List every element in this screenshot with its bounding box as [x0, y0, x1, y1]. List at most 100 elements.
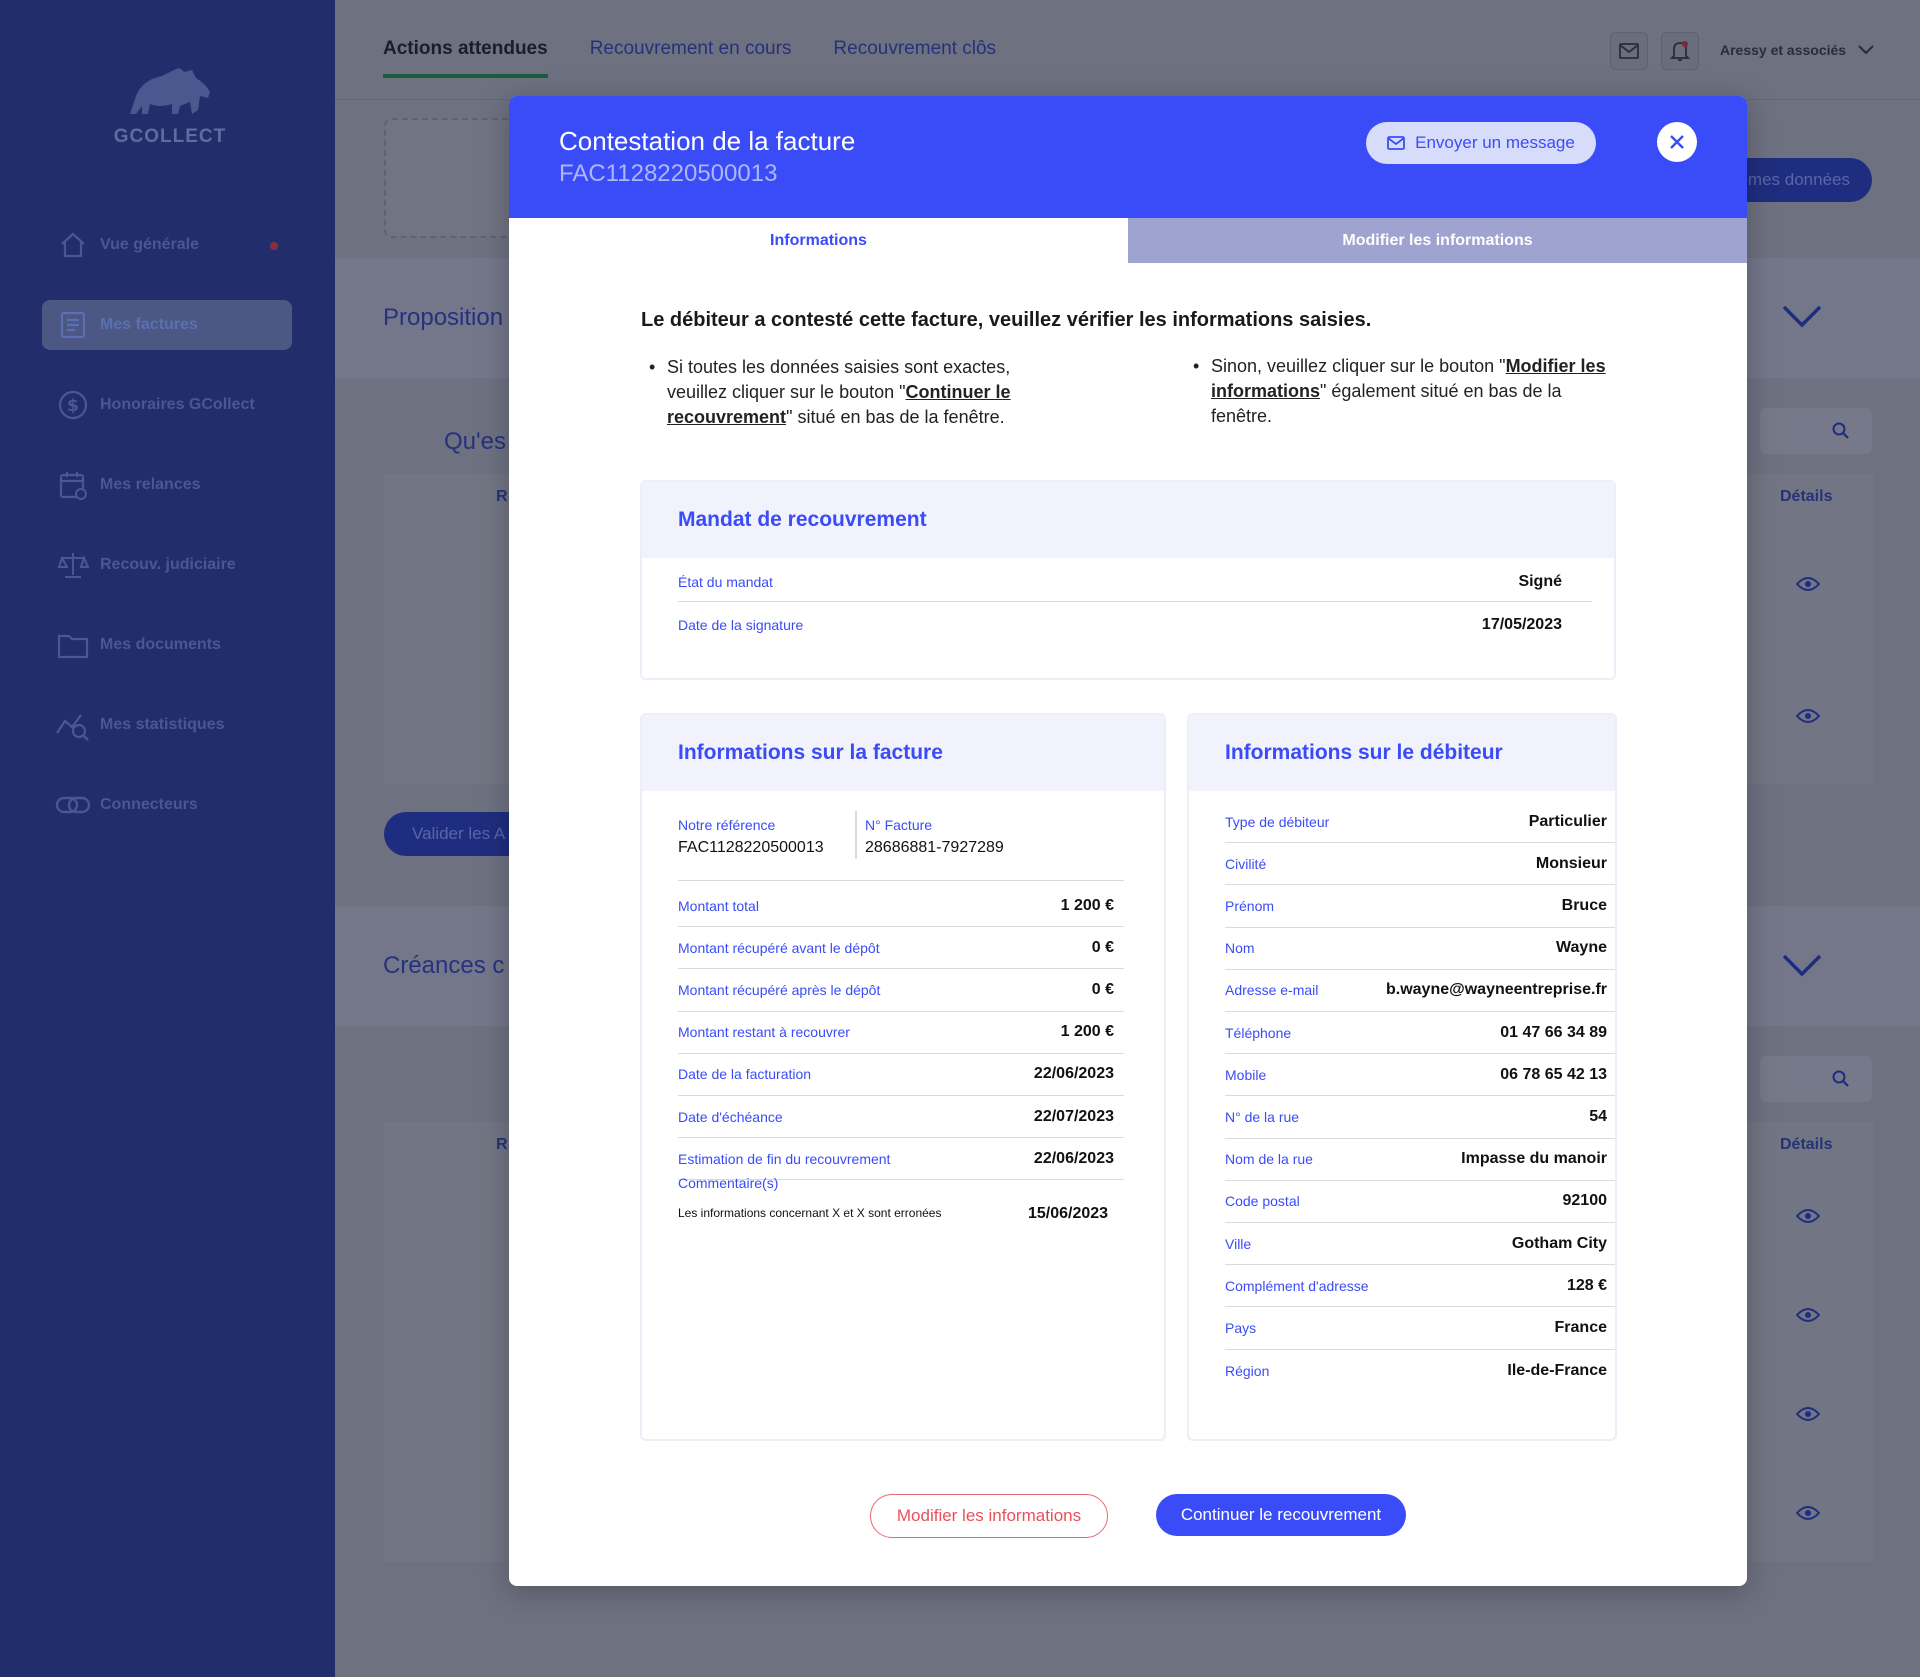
- info-row: Montant récupéré après le dépôt 0 €: [678, 969, 1124, 1012]
- fees-icon: $: [54, 386, 92, 424]
- bg-search: [1760, 408, 1872, 454]
- divider: [855, 811, 857, 859]
- sidebar-item-label: Vue générale: [100, 236, 200, 253]
- row-value: 0 €: [1091, 938, 1114, 956]
- row-value: 22/07/2023: [1033, 1107, 1114, 1125]
- mandat-card: Mandat de recouvrement État du mandat Sig…: [640, 480, 1616, 680]
- sidebar-item-mes-documents[interactable]: Mes documents: [42, 620, 292, 670]
- mandat-row: État du mandat Signé: [678, 562, 1592, 602]
- ref-field: Notre référence FAC1128220500013: [678, 817, 824, 857]
- tab-informations[interactable]: Informations: [509, 218, 1128, 263]
- app-root: GCOLLECT Vue générale Mes factures $ Hon…: [0, 0, 1920, 1677]
- sidebar-item-vue-generale[interactable]: Vue générale: [42, 220, 292, 270]
- row-key: Prénom: [1225, 897, 1275, 914]
- bg-creances-title: Créances c: [383, 952, 505, 979]
- info-row: Code postal 92100: [1225, 1181, 1615, 1223]
- mail-button[interactable]: [1610, 32, 1648, 70]
- mandat-card-title: Mandat de recouvrement: [642, 482, 1614, 558]
- row-value: Ile-de-France: [1507, 1361, 1607, 1379]
- close-icon: [1670, 135, 1684, 149]
- row-key: Adresse e-mail: [1225, 982, 1319, 999]
- tab-actions-attendues[interactable]: Actions attendues: [383, 38, 548, 78]
- info-row: Téléphone 01 47 66 34 89: [1225, 1012, 1615, 1055]
- row-value: 54: [1589, 1107, 1607, 1125]
- comment-text: Les informations concernant X et X sont …: [678, 1206, 942, 1220]
- info-row: Type de débiteur Particulier: [1225, 801, 1615, 844]
- facture-card: Informations sur la facture Notre référe…: [640, 713, 1166, 1441]
- info-row: Montant récupéré avant le dépôt 0 €: [678, 927, 1124, 970]
- info-row: Civilité Monsieur: [1225, 843, 1615, 886]
- row-key: Montant total: [678, 897, 759, 914]
- row-key: Montant récupéré après le dépôt: [678, 981, 881, 998]
- row-key: Région: [1225, 1362, 1270, 1379]
- facture-ref-row: Notre référence FAC1128220500013 N° Fact…: [678, 811, 1124, 881]
- row-value: b.wayne@wayneentreprise.fr: [1385, 981, 1607, 999]
- row-value: France: [1554, 1318, 1607, 1336]
- bullet-dot: •: [649, 357, 656, 377]
- sidebar: GCOLLECT Vue générale Mes factures $ Hon…: [0, 0, 335, 1677]
- sidebar-item-connecteurs[interactable]: Connecteurs: [42, 780, 292, 830]
- eye-icon: [1796, 1308, 1820, 1322]
- bg-validate-button-label: Valider les A: [412, 824, 506, 843]
- modal-header: Contestation de la facture FAC1128220500…: [509, 96, 1747, 218]
- row-value: Impasse du manoir: [1461, 1150, 1607, 1168]
- modify-info-button[interactable]: Modifier les informations: [870, 1494, 1108, 1538]
- continue-recovery-button[interactable]: Continuer le recouvrement: [1156, 1494, 1406, 1536]
- info-row: Pays France: [1225, 1307, 1615, 1350]
- row-value: 01 47 66 34 89: [1500, 1023, 1607, 1041]
- sidebar-item-mes-statistiques[interactable]: Mes statistiques: [42, 700, 292, 750]
- search-icon: [1832, 1070, 1849, 1087]
- facture-card-title: Informations sur la facture: [642, 715, 1164, 791]
- comment-label: Commentaire(s): [678, 1175, 779, 1191]
- bullet-continue: • Si toutes les données saisies sont exa…: [649, 355, 1057, 430]
- chevron-down-icon: [1782, 305, 1822, 328]
- row-value: 1 200 €: [1060, 896, 1114, 914]
- bullet-dot: •: [1193, 356, 1200, 376]
- ref-value: FAC1128220500013: [678, 839, 824, 856]
- send-message-label: Envoyer un message: [1415, 133, 1575, 152]
- eye-icon: [1796, 1407, 1820, 1421]
- intro-text: Le débiteur a contesté cette facture, ve…: [641, 309, 1372, 331]
- invoice-number-value: 28686881-7927289: [865, 839, 1004, 856]
- row-key: Complément d'adresse: [1225, 1277, 1369, 1294]
- sidebar-item-label: Honoraires GCollect: [100, 396, 255, 413]
- send-message-button[interactable]: Envoyer un message: [1366, 122, 1596, 164]
- row-key: Nom: [1225, 940, 1255, 957]
- close-button[interactable]: [1657, 122, 1697, 162]
- tab-recouvrement-en-cours[interactable]: Recouvrement en cours: [590, 38, 792, 78]
- sidebar-item-mes-factures[interactable]: Mes factures: [42, 300, 292, 350]
- info-row: Région Ile-de-France: [1225, 1350, 1615, 1392]
- bg-col-header: R: [496, 1136, 508, 1153]
- bg-proposition-title: Proposition: [383, 304, 504, 331]
- sidebar-item-recouv-judiciaire[interactable]: Recouv. judiciaire: [42, 540, 292, 590]
- logo[interactable]: GCOLLECT: [110, 62, 230, 152]
- info-row: Date d'échéance 22/07/2023: [678, 1096, 1124, 1139]
- row-value: Bruce: [1561, 896, 1607, 914]
- bg-data-button-label: mes données: [1747, 170, 1850, 189]
- sidebar-item-honoraires[interactable]: $ Honoraires GCollect: [42, 380, 292, 430]
- row-key: Montant récupéré avant le dépôt: [678, 939, 880, 956]
- row-value: 1 200 €: [1060, 1023, 1114, 1041]
- bullet-text-pre: Sinon, veuillez cliquer sur le bouton ": [1211, 356, 1506, 376]
- row-key: Ville: [1225, 1235, 1252, 1252]
- info-row: Montant total 1 200 €: [678, 885, 1124, 928]
- user-menu[interactable]: Aressy et associés: [1720, 42, 1874, 58]
- eye-icon: [1796, 577, 1820, 591]
- bg-search: [1760, 1056, 1872, 1102]
- tab-recouvrement-clos[interactable]: Recouvrement clôs: [833, 38, 996, 78]
- sidebar-item-mes-relances[interactable]: Mes relances: [42, 460, 292, 510]
- debiteur-card-title: Informations sur le débiteur: [1189, 715, 1615, 791]
- mandat-row: Date de la signature 17/05/2023: [678, 604, 1592, 646]
- notifications-button[interactable]: [1661, 32, 1699, 70]
- row-key: Civilité: [1225, 855, 1267, 872]
- sidebar-item-label: Connecteurs: [100, 796, 198, 813]
- logo-text: GCOLLECT: [113, 126, 227, 147]
- sidebar-item-label: Mes documents: [100, 636, 221, 653]
- tab-modifier-informations[interactable]: Modifier les informations: [1128, 218, 1747, 263]
- row-value: Particulier: [1528, 812, 1607, 830]
- sidebar-item-label: Recouv. judiciaire: [100, 556, 236, 573]
- eye-icon: [1796, 1209, 1820, 1223]
- row-value: 92100: [1562, 1192, 1608, 1210]
- top-tabs: Actions attendues Recouvrement en cours …: [383, 38, 1038, 78]
- row-value: Monsieur: [1535, 854, 1607, 872]
